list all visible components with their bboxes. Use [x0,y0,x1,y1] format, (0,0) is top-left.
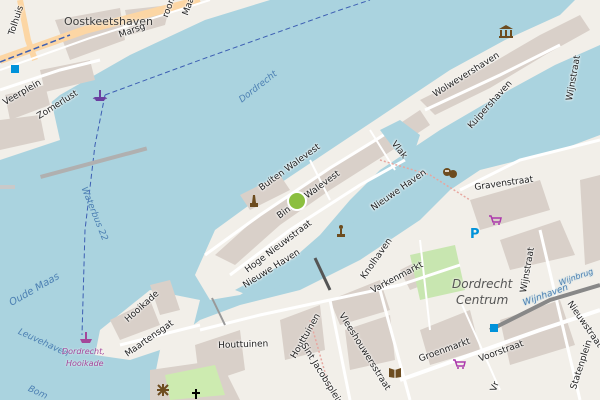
statue-icon[interactable] [336,224,346,238]
ferry-terminal-icon[interactable] [92,88,108,102]
label-dordrecht-centrum-line2: Centrum [456,293,509,307]
church-icon[interactable] [190,388,202,400]
bus-stop-icon[interactable] [489,323,499,333]
label-ferry-stop-line2: Hooikade [66,359,104,368]
information-icon[interactable] [11,65,19,73]
playground-icon[interactable] [155,382,171,398]
map-canvas[interactable]: Tolhuis Oostkeetshaven Marsg room Maa Ve… [0,0,600,400]
museum-icon[interactable] [498,24,514,38]
label-ferry-stop-line1: Dordrecht, [62,347,105,356]
monument-icon[interactable] [248,194,260,208]
label-dordrecht-centrum-line1: Dordrecht [452,277,513,291]
library-icon[interactable] [388,366,402,378]
theatre-icon[interactable] [442,166,458,180]
shop-icon[interactable] [452,358,466,370]
svg-text:P: P [470,227,480,240]
parking-icon[interactable]: P [468,226,482,240]
location-marker-icon[interactable] [285,189,309,213]
shop-icon[interactable] [488,214,502,226]
ferry-terminal-icon[interactable] [78,330,94,344]
label-houttuinen-1: Houttuinen [217,339,269,351]
